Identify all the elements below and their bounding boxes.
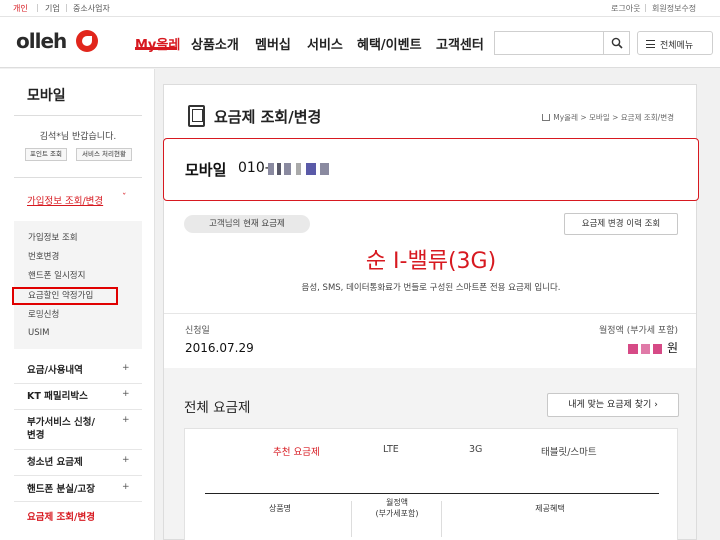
table-top-rule [205, 493, 659, 494]
olleh-logo[interactable]: olleh [16, 29, 99, 53]
site-header: olleh My올레 상품소개 멤버십 서비스 혜택/이벤트 고객센터 전체메뉴 [0, 17, 720, 68]
page-title: 요금제 조회/변경 [214, 108, 322, 126]
caret-icon: ˇ [122, 193, 127, 203]
nav-service[interactable]: 서비스 [307, 34, 343, 53]
nav-products[interactable]: 상품소개 [191, 34, 239, 53]
divider [37, 4, 38, 12]
tab-recommended[interactable]: 추천 요금제 [273, 444, 320, 458]
line-number-box: 모바일 010- [163, 138, 699, 201]
submenu-usim[interactable]: USIM [28, 328, 49, 338]
sidebar-item-billing-usage[interactable]: 요금/사용내역 [27, 364, 83, 377]
sidebar-title: 모바일 [27, 88, 66, 104]
search-icon [611, 37, 623, 49]
signup-date-label: 신청일 [185, 326, 210, 336]
find-my-plan-label: 내게 맞는 요금제 찾기 [568, 400, 652, 410]
search-box [494, 31, 630, 55]
nav-my-olleh[interactable]: My올레 [135, 34, 180, 53]
th-monthly-fee: 월정액 (부가세포함) [375, 498, 419, 518]
sidebar-item-plan-change[interactable]: 요금제 조회/변경 [27, 509, 95, 523]
submenu-number-change[interactable]: 번호변경 [28, 250, 59, 262]
sidebar-item-family-box[interactable]: KT 패밀리박스 [27, 390, 88, 403]
sidebar: 모바일 김석*님 반갑습니다. 포인트 조회 서비스 처리현황 가입정보 조회/… [0, 69, 155, 540]
divider [14, 115, 142, 116]
plus-icon: + [122, 363, 130, 373]
segment-personal[interactable]: 개인 [13, 3, 28, 14]
submenu-roaming[interactable]: 로밍신청 [28, 308, 59, 320]
segment-business[interactable]: 기업 [45, 3, 60, 14]
highlight-box [12, 287, 118, 305]
sidebar-item-lost-broken[interactable]: 핸드폰 분실/고장 [27, 483, 95, 496]
plus-icon: + [122, 415, 130, 425]
nav-membership[interactable]: 멤버십 [255, 34, 291, 53]
sidebar-item-addon-services[interactable]: 부가서비스 신청/ 변경 [27, 416, 95, 442]
nav-customer-center[interactable]: 고객센터 [436, 34, 484, 53]
sidebar-submenu: 가입정보 조회 번호변경 핸드폰 일시정지 요금할인 약정가입 로밍신청 USI… [14, 221, 142, 349]
top-utility-bar: 개인 기업 중소사업자 로그아웃 회원정보수정 [0, 0, 720, 17]
plan-info-band: 신청일 2016.07.29 월정액 (부가세 포함) 원 [164, 313, 696, 368]
divider [14, 409, 142, 410]
plus-icon: + [122, 482, 130, 492]
all-plans-section: 전체 요금제 내게 맞는 요금제 찾기 › 추천 요금제 LTE 3G 태블릿/… [164, 368, 696, 540]
phone-number-prefix: 010- [238, 160, 270, 176]
plan-history-button[interactable]: 요금제 변경 이력 조회 [564, 213, 678, 235]
column-divider [351, 501, 352, 537]
all-plans-title: 전체 요금제 [184, 400, 251, 416]
divider [14, 383, 142, 384]
logout-link[interactable]: 로그아웃 [611, 3, 640, 14]
plan-description: 음성, SMS, 데이터통화료가 번들로 구성된 스마트폰 전용 요금제 입니다… [301, 283, 561, 293]
divider [14, 449, 142, 450]
current-plan-pill: 고객님의 현재 요금제 [184, 215, 310, 233]
divider [14, 177, 142, 178]
tab-3g[interactable]: 3G [469, 444, 482, 455]
greeting-text: 김석*님 반갑습니다. [39, 132, 117, 142]
column-divider [441, 501, 442, 537]
breadcrumb-text: My올레 > 모바일 > 요금제 조회/변경 [553, 113, 674, 122]
search-button[interactable] [603, 32, 629, 54]
sidebar-item-subscription-info[interactable]: 가입정보 조회/변경 [27, 193, 103, 207]
sidebar-item-youth-plan[interactable]: 청소년 요금제 [27, 456, 83, 469]
line-label: 모바일 [185, 161, 227, 179]
plan-tabs-panel: 추천 요금제 LTE 3G 태블릿/스마트 상품명 월정액 (부가세포함) 제공… [184, 428, 678, 540]
divider [14, 475, 142, 476]
find-my-plan-button[interactable]: 내게 맞는 요금제 찾기 › [547, 393, 679, 417]
tab-tablet-smart[interactable]: 태블릿/스마트 [541, 444, 597, 458]
monthly-fee-label: 월정액 (부가세 포함) [599, 326, 678, 336]
mobile-phone-icon [188, 105, 205, 127]
logo-text: olleh [16, 29, 67, 53]
th-product-name: 상품명 [268, 504, 292, 513]
logo-mark-icon [76, 30, 99, 52]
segment-smb[interactable]: 중소사업자 [73, 3, 110, 14]
signup-date-value: 2016.07.29 [185, 341, 254, 355]
hamburger-icon [646, 40, 655, 48]
masked-fee [628, 344, 662, 354]
divider [14, 501, 142, 502]
th-benefits: 제공혜택 [535, 504, 565, 513]
divider [66, 4, 67, 12]
plus-icon: + [122, 455, 130, 465]
home-icon [542, 114, 551, 121]
submenu-phone-suspend[interactable]: 핸드폰 일시정지 [28, 269, 85, 281]
divider [645, 4, 646, 12]
all-menu-label: 전체메뉴 [660, 41, 694, 51]
tab-lte[interactable]: LTE [383, 444, 399, 455]
breadcrumb: My올레 > 모바일 > 요금제 조회/변경 [542, 112, 674, 123]
search-input[interactable] [495, 32, 603, 54]
main-content: 요금제 조회/변경 My올레 > 모바일 > 요금제 조회/변경 모바일 010… [163, 84, 699, 540]
plan-name: 순 I-밸류(3G) [365, 249, 497, 274]
monthly-fee-unit: 원 [666, 341, 678, 355]
nav-benefits-events[interactable]: 혜택/이벤트 [357, 34, 422, 53]
chevron-right-icon: › [654, 400, 658, 410]
service-status-button[interactable]: 서비스 처리현황 [76, 148, 132, 161]
active-nav-underline [135, 47, 177, 50]
plus-icon: + [122, 389, 130, 399]
submenu-subscription-inquiry[interactable]: 가입정보 조회 [28, 231, 78, 243]
all-menu-button[interactable]: 전체메뉴 [637, 31, 713, 55]
point-inquiry-button[interactable]: 포인트 조회 [25, 148, 67, 161]
member-info-link[interactable]: 회원정보수정 [652, 3, 696, 14]
